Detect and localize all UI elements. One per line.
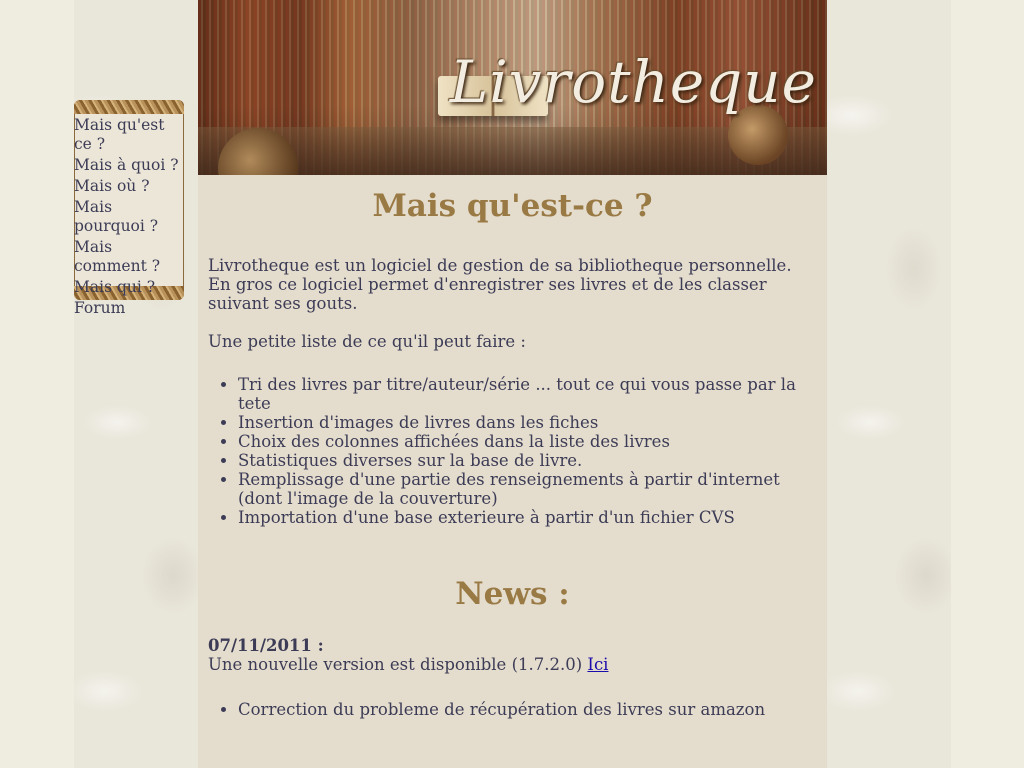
news-entry: 07/11/2011 : Une nouvelle version est di… — [208, 636, 817, 719]
main-content-column: Livrotheque Mais qu'est-ce ? Livrotheque… — [198, 0, 827, 768]
menu-item-pourquoi[interactable]: Mais pourquoi ? — [74, 198, 186, 236]
list-item: Remplissage d'une partie des renseigneme… — [238, 470, 817, 508]
menu-item-ou[interactable]: Mais où ? — [74, 177, 186, 196]
news-date: 07/11/2011 : — [208, 636, 324, 655]
intro-paragraph: Livrotheque est un logiciel de gestion d… — [208, 256, 792, 313]
menu-item-comment[interactable]: Mais comment ? — [74, 238, 186, 276]
menu-item-a-quoi[interactable]: Mais à quoi ? — [74, 156, 186, 175]
list-item: Importation d'une base exterieure à part… — [238, 508, 817, 527]
sidebar-top-ornament — [74, 100, 184, 114]
news-heading: News : — [455, 576, 570, 612]
site-logo-title: Livrotheque — [449, 48, 817, 116]
page-content: Mais qu'est-ce ? Livrotheque est un logi… — [198, 175, 827, 720]
header-banner: Livrotheque — [198, 0, 827, 175]
background-paper-right — [827, 0, 951, 768]
menu-item-forum[interactable]: Forum — [74, 299, 186, 318]
list-item: Statistiques diverses sur la base de liv… — [238, 451, 817, 470]
menu-item-qui[interactable]: Mais qui ? — [74, 278, 186, 297]
news-changes-list: Correction du probleme de récupération d… — [208, 700, 817, 719]
menu-item-quest-ce[interactable]: Mais qu'est ce ? — [74, 116, 186, 154]
list-item: Choix des colonnes affichées dans la lis… — [238, 432, 817, 451]
news-text-line: Une nouvelle version est disponible (1.7… — [208, 655, 817, 674]
list-item: Insertion d'images de livres dans les fi… — [238, 413, 817, 432]
feature-list-intro: Une petite liste de ce qu'il peut faire … — [208, 332, 526, 351]
news-text: Une nouvelle version est disponible (1.7… — [208, 655, 583, 674]
intro-heading: Mais qu'est-ce ? — [372, 188, 653, 224]
list-item: Correction du probleme de récupération d… — [238, 700, 817, 719]
list-item: Tri des livres par titre/auteur/série ..… — [238, 375, 817, 413]
download-link[interactable]: Ici — [587, 655, 608, 674]
feature-list: Tri des livres par titre/auteur/série ..… — [208, 375, 817, 527]
sidebar-menu: Mais qu'est ce ? Mais à quoi ? Mais où ?… — [74, 116, 186, 320]
